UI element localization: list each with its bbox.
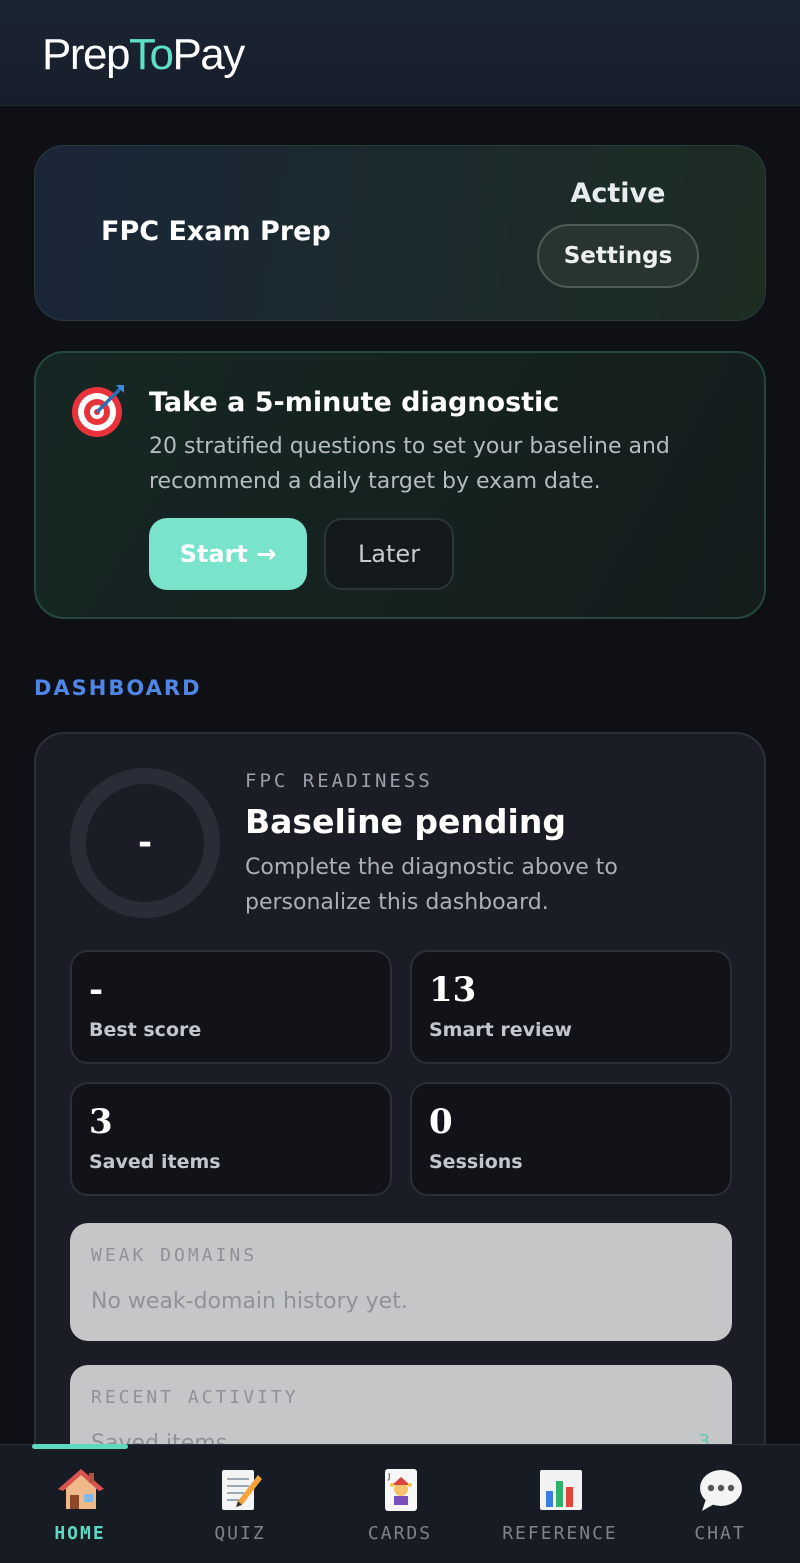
diagnostic-description: 20 stratified questions to set your base… [149,434,670,494]
chat-icon [700,1470,742,1511]
stat-label: Saved items [89,1151,221,1173]
plan-status: Active [570,178,666,209]
readiness-label: FPC READINESS [245,770,433,792]
stat-value: 3 [89,1102,113,1142]
svg-text:J: J [387,1472,390,1481]
nav-item-home[interactable]: HOME [0,1445,160,1563]
settings-button[interactable]: Settings [537,224,699,288]
target-icon [72,385,124,437]
nav-item-reference[interactable]: REFERENCE [480,1445,640,1563]
weak-domains-label: WEAK DOMAINS [91,1245,258,1266]
start-button[interactable]: Start → [149,518,307,590]
nav-item-cards[interactable]: J CARDS [320,1445,480,1563]
logo-prep: Prep [42,30,130,79]
nav-label-chat: CHAT [694,1523,746,1544]
readiness-ring-value: - [137,823,153,863]
bottom-nav: HOME QUIZ J CARDS REFERENCE CHAT [0,1444,800,1563]
home-icon [58,1469,104,1509]
readiness-description: Complete the diagnostic above to persona… [245,855,618,915]
stat-value: - [89,970,104,1010]
stat-saved-items[interactable]: 3 Saved items [70,1082,392,1196]
diagnostic-card: Take a 5-minute diagnostic 20 stratified… [34,351,766,619]
nav-label-reference: REFERENCE [502,1523,618,1544]
stat-label: Smart review [429,1019,572,1041]
weak-domains-panel: WEAK DOMAINS No weak-domain history yet. [70,1223,732,1341]
nav-label-quiz: QUIZ [214,1523,266,1544]
stat-best-score[interactable]: - Best score [70,950,392,1064]
weak-domains-text: No weak-domain history yet. [91,1289,408,1314]
nav-item-quiz[interactable]: QUIZ [160,1445,320,1563]
logo-pay: Pay [172,30,245,79]
exam-plan-card: FPC Exam Prep Active Settings [34,145,766,321]
logo-to: To [128,30,174,79]
recent-activity-label: RECENT ACTIVITY [91,1387,299,1408]
readiness-title: Baseline pending [245,802,566,841]
app-logo[interactable]: PrepToPay [42,30,245,80]
diagnostic-title: Take a 5-minute diagnostic [149,387,560,418]
reference-icon [540,1470,582,1510]
nav-label-cards: CARDS [367,1523,433,1544]
later-button[interactable]: Later [324,518,454,590]
app-header: PrepToPay [0,0,800,106]
stat-smart-review[interactable]: 13 Smart review [410,950,732,1064]
stat-label: Sessions [429,1151,523,1173]
readiness-ring: - [70,768,220,918]
cards-icon: J [385,1469,417,1511]
dashboard-section-label: DASHBOARD [34,676,202,700]
stat-sessions[interactable]: 0 Sessions [410,1082,732,1196]
stat-label: Best score [89,1019,202,1041]
plan-title: FPC Exam Prep [101,216,331,247]
stat-value: 13 [429,970,477,1010]
nav-item-chat[interactable]: CHAT [640,1445,800,1563]
stat-value: 0 [429,1102,453,1142]
quiz-icon [222,1470,262,1510]
nav-label-home: HOME [54,1523,106,1544]
dashboard-card: - FPC READINESS Baseline pending Complet… [34,732,766,1492]
